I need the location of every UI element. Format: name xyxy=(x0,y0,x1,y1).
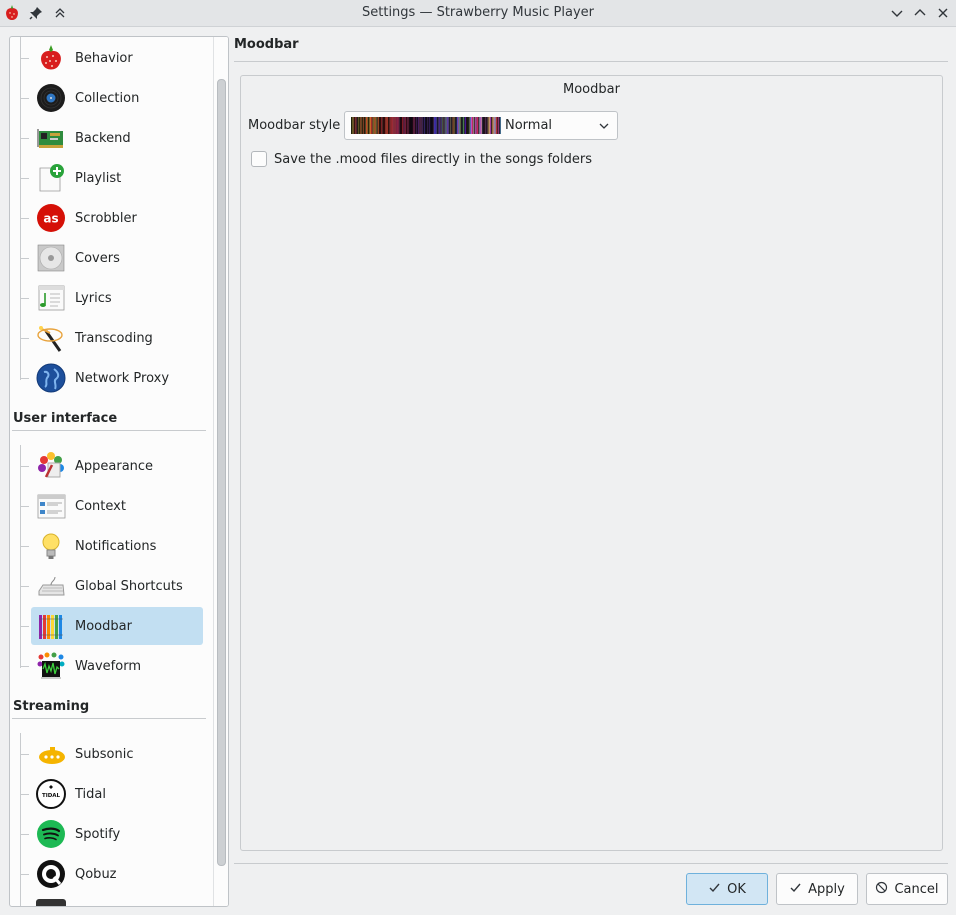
sidebar-item-spotify[interactable]: Spotify xyxy=(20,815,203,853)
sidebar-item-behavior[interactable]: Behavior xyxy=(20,39,203,77)
groupbox-title: Moodbar xyxy=(563,82,620,97)
title-bar: Settings — Strawberry Music Player xyxy=(0,0,956,27)
apply-button[interactable]: Apply xyxy=(776,873,858,905)
sidebar-item-covers[interactable]: Covers xyxy=(20,239,203,277)
moodbar-preview xyxy=(351,117,501,134)
section-streaming: Streaming xyxy=(13,699,90,714)
cancel-icon xyxy=(875,881,888,898)
playlist-add-icon xyxy=(35,162,67,194)
sidebar-item-backend[interactable]: Backend xyxy=(20,119,203,157)
color-palette-icon xyxy=(35,450,67,482)
partial-item-icon xyxy=(36,899,66,906)
circuit-board-icon xyxy=(35,122,67,154)
moodbar-style-select[interactable]: Normal xyxy=(344,111,618,140)
settings-category-tree: Behavior Collection Backend Playlist as … xyxy=(9,36,229,907)
sidebar-item-global-shortcuts[interactable]: Global Shortcuts xyxy=(20,567,203,605)
title-divider xyxy=(234,61,948,62)
section-divider xyxy=(12,430,206,431)
moodbar-style-label: Moodbar style xyxy=(248,118,341,133)
crayons-icon xyxy=(35,610,67,642)
cancel-button[interactable]: Cancel xyxy=(866,873,948,905)
moodbar-groupbox: Moodbar Moodbar style Normal Save the .m… xyxy=(240,75,943,851)
save-mood-files-row[interactable]: Save the .mood files directly in the son… xyxy=(251,151,592,167)
app-strawberry-icon[interactable] xyxy=(2,3,22,23)
sidebar-scrollbar[interactable] xyxy=(213,37,228,906)
sidebar-item-appearance[interactable]: Appearance xyxy=(20,447,203,485)
save-mood-files-label: Save the .mood files directly in the son… xyxy=(274,151,592,167)
moodbar-style-value: Normal xyxy=(505,118,553,133)
lastfm-icon: as xyxy=(35,202,67,234)
chevron-down-icon xyxy=(595,120,613,132)
waveform-icon xyxy=(35,650,67,682)
vinyl-record-icon xyxy=(35,82,67,114)
checkmark-icon xyxy=(708,881,721,898)
sidebar-item-tidal[interactable]: TIDAL Tidal xyxy=(20,775,203,813)
sidebar-item-subsonic[interactable]: Subsonic xyxy=(20,735,203,773)
svg-text:as: as xyxy=(43,212,58,226)
section-divider xyxy=(12,718,206,719)
sidebar-item-collection[interactable]: Collection xyxy=(20,79,203,117)
qobuz-icon xyxy=(35,858,67,890)
keyboard-icon xyxy=(35,570,67,602)
strawberry-icon xyxy=(35,42,67,74)
pin-icon[interactable] xyxy=(26,3,46,23)
sidebar-item-transcoding[interactable]: Transcoding xyxy=(20,319,203,357)
keep-above-icon[interactable] xyxy=(50,3,70,23)
magic-wand-icon xyxy=(35,322,67,354)
button-divider xyxy=(234,863,948,864)
page-title: Moodbar xyxy=(234,37,299,52)
cd-cover-icon xyxy=(35,242,67,274)
ok-button[interactable]: OK xyxy=(686,873,768,905)
minimize-chevron-icon[interactable] xyxy=(887,3,907,23)
tree-guide-line xyxy=(20,445,21,668)
sidebar-item-scrobbler[interactable]: as Scrobbler xyxy=(20,199,203,237)
subsonic-icon xyxy=(35,738,67,770)
globe-icon xyxy=(35,362,67,394)
sidebar-item-network-proxy[interactable]: Network Proxy xyxy=(20,359,203,397)
sidebar-scroll-thumb[interactable] xyxy=(217,79,226,866)
tree-guide-line xyxy=(20,37,21,380)
checkmark-icon xyxy=(789,881,802,898)
sidebar-item-qobuz[interactable]: Qobuz xyxy=(20,855,203,893)
close-icon[interactable] xyxy=(933,3,953,23)
sidebar-item-lyrics[interactable]: Lyrics xyxy=(20,279,203,317)
save-mood-files-checkbox[interactable] xyxy=(251,151,267,167)
svg-text:TIDAL: TIDAL xyxy=(42,793,61,799)
section-user-interface: User interface xyxy=(13,411,118,426)
lyrics-icon xyxy=(35,282,67,314)
spotify-icon xyxy=(35,818,67,850)
tree-guide-line xyxy=(20,733,21,906)
sidebar-item-waveform[interactable]: Waveform xyxy=(20,647,203,685)
context-window-icon xyxy=(35,490,67,522)
sidebar-item-context[interactable]: Context xyxy=(20,487,203,525)
maximize-chevron-icon[interactable] xyxy=(910,3,930,23)
sidebar-item-playlist[interactable]: Playlist xyxy=(20,159,203,197)
sidebar-item-notifications[interactable]: Notifications xyxy=(20,527,203,565)
lightbulb-icon xyxy=(35,530,67,562)
window-title: Settings — Strawberry Music Player xyxy=(362,5,594,20)
tidal-icon: TIDAL xyxy=(35,778,67,810)
sidebar-item-moodbar[interactable]: Moodbar xyxy=(20,607,203,645)
